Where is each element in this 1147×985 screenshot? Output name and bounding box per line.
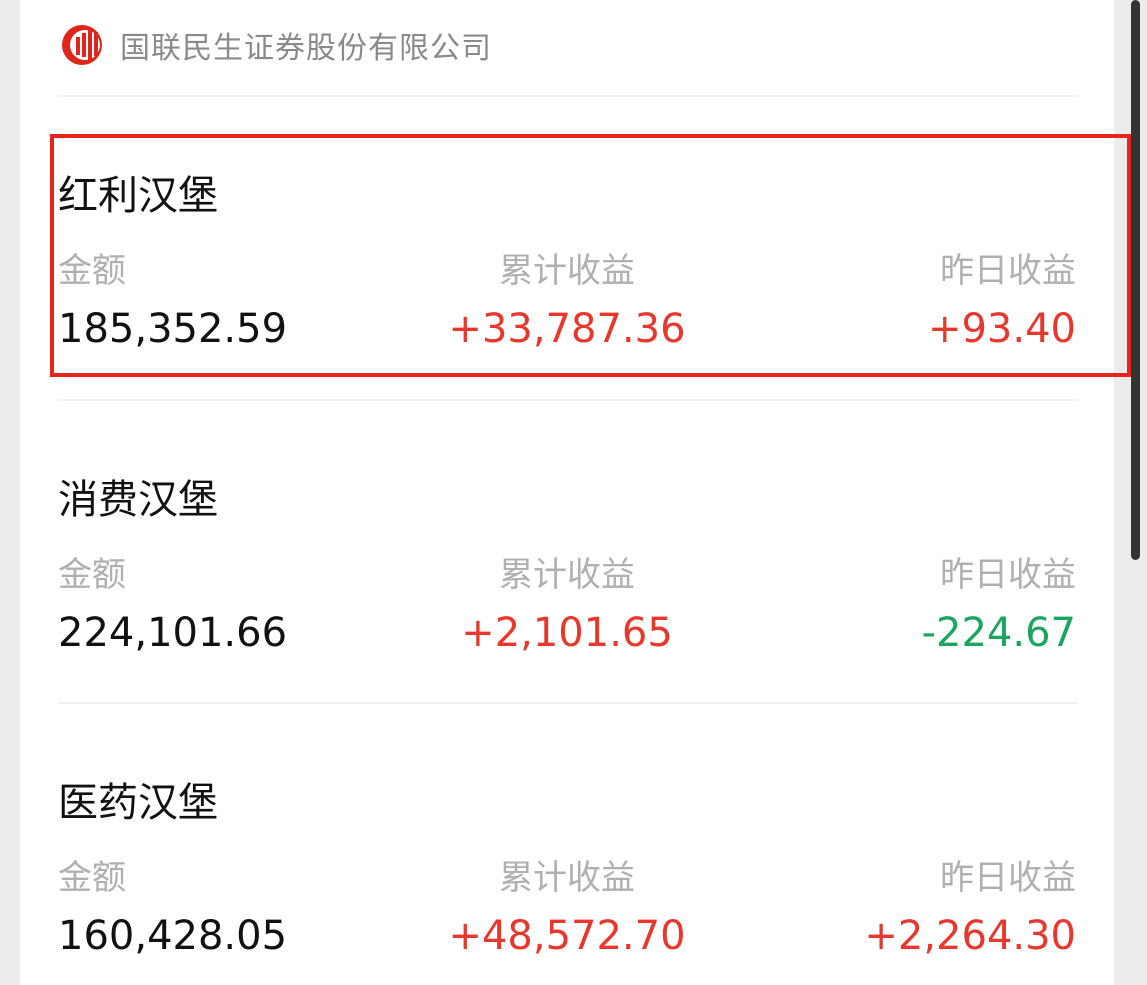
yesterday-value: -224.67	[921, 610, 1076, 656]
fund-item[interactable]: 消费汉堡 金额 累计收益 昨日收益 224,101.66 +2,101.65 -…	[58, 467, 1076, 667]
fund-item[interactable]: 医药汉堡 金额 累计收益 昨日收益 160,428.05 +48,572.70 …	[58, 770, 1076, 985]
cumulative-label: 累计收益	[499, 555, 635, 595]
fund-name: 医药汉堡	[58, 780, 218, 826]
yesterday-label: 昨日收益	[940, 555, 1076, 595]
scrollbar[interactable]	[1131, 0, 1140, 560]
company-name: 国联民生证券股份有限公司	[120, 31, 492, 66]
company-logo-icon	[62, 25, 102, 65]
yesterday-label: 昨日收益	[940, 858, 1076, 898]
highlight-box	[50, 134, 1131, 377]
header: 国联民生证券股份有限公司	[58, 18, 492, 72]
divider	[58, 702, 1078, 704]
fund-name: 消费汉堡	[58, 477, 218, 523]
page: 国联民生证券股份有限公司 红利汉堡 金额 累计收益 昨日收益 185,352.5…	[0, 0, 1147, 985]
cumulative-label: 累计收益	[499, 858, 635, 898]
divider	[58, 399, 1078, 401]
divider	[58, 95, 1078, 97]
yesterday-value: +2,264.30	[864, 913, 1076, 959]
